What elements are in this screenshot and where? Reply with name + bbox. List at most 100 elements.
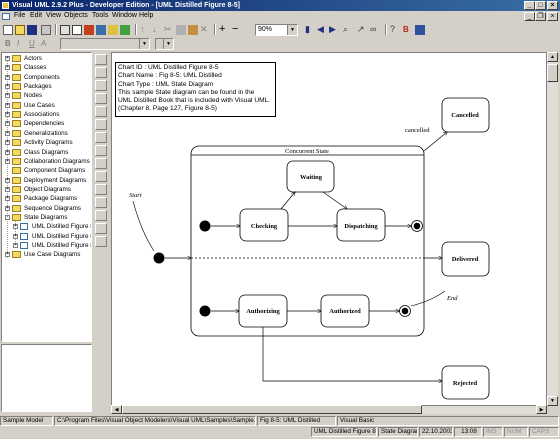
bold-icon[interactable]: B	[5, 39, 15, 49]
note-tool-icon[interactable]	[95, 197, 107, 208]
lower-initial-state[interactable]	[199, 305, 211, 317]
document-icon[interactable]	[2, 13, 10, 20]
initial-state-tool-icon[interactable]	[95, 80, 107, 91]
cut-icon[interactable]: ✂	[164, 25, 174, 35]
underline-icon[interactable]: U	[29, 39, 39, 49]
scroll-up-icon[interactable]: ▲	[547, 52, 558, 62]
app-icon[interactable]	[2, 2, 9, 9]
delete-icon[interactable]: ✕	[200, 25, 210, 35]
expand-icon[interactable]: +	[13, 224, 18, 230]
diagram-canvas[interactable]: Concurrent State Checking Waiting Dispat…	[111, 52, 547, 406]
link-icon[interactable]: ∞	[370, 25, 380, 35]
horizontal-scroll-thumb[interactable]	[122, 405, 422, 414]
zoom-out-icon[interactable]: −	[232, 24, 242, 35]
new-icon[interactable]	[3, 25, 13, 35]
expand-icon[interactable]: +	[5, 56, 10, 61]
font-color-icon[interactable]: A	[41, 39, 51, 49]
zoom-in-icon[interactable]: +	[219, 24, 229, 35]
transition-tool-icon[interactable]	[95, 171, 107, 182]
arrow-up-icon[interactable]: ↑	[140, 25, 150, 35]
print-preview-icon[interactable]	[41, 25, 51, 35]
expand-icon[interactable]: +	[5, 177, 10, 183]
expand-icon[interactable]: +	[5, 65, 10, 71]
vertical-scroll-thumb[interactable]	[547, 64, 558, 82]
fork-tool-icon[interactable]	[95, 158, 107, 169]
menu-file[interactable]: File	[14, 12, 25, 19]
outer-initial-state[interactable]	[153, 252, 165, 264]
expand-icon[interactable]: +	[5, 252, 10, 258]
arrow-down-icon[interactable]: ↓	[152, 25, 162, 35]
line-tool-icon[interactable]	[95, 236, 107, 247]
diagram-icon[interactable]	[120, 25, 130, 35]
about-icon[interactable]	[415, 25, 425, 35]
collapse-icon[interactable]: -	[5, 214, 10, 220]
expand-icon[interactable]: +	[5, 112, 10, 118]
zoom-select[interactable]: 90% ▼	[255, 24, 298, 36]
find-icon[interactable]: ⌕	[343, 25, 353, 35]
diagram-note[interactable]: Chart ID : UML Distilled Figure 8-5 Char…	[115, 62, 276, 117]
horizontal-scrollbar[interactable]: ◀ ▶	[111, 405, 547, 414]
chevron-down-icon[interactable]: ▼	[139, 39, 149, 49]
expand-icon[interactable]: +	[13, 233, 18, 239]
anchor-tool-icon[interactable]	[95, 210, 107, 221]
italic-icon[interactable]: I	[17, 39, 27, 49]
select-tool-icon[interactable]	[95, 54, 107, 65]
state-tool-icon[interactable]	[95, 67, 107, 78]
menu-view[interactable]: View	[46, 12, 61, 19]
print-icon[interactable]	[60, 25, 70, 35]
report-icon[interactable]	[84, 25, 94, 35]
properties-pane[interactable]	[1, 344, 92, 412]
expand-icon[interactable]: +	[5, 149, 10, 155]
font-select[interactable]: ▼	[60, 38, 150, 50]
save-icon[interactable]	[27, 25, 37, 35]
expand-icon[interactable]: +	[5, 74, 10, 80]
final-state-tool-icon[interactable]	[95, 93, 107, 104]
text-tool-icon[interactable]	[95, 223, 107, 234]
expand-icon[interactable]: +	[5, 186, 10, 192]
open-icon[interactable]	[15, 25, 25, 35]
properties-icon[interactable]	[72, 25, 82, 35]
expand-icon[interactable]: +	[5, 102, 10, 108]
expand-icon[interactable]: +	[13, 243, 18, 248]
reverse-engineer-icon[interactable]	[108, 25, 118, 35]
upper-initial-state[interactable]	[199, 220, 211, 232]
back-icon[interactable]: ◀	[317, 25, 327, 35]
scroll-left-icon[interactable]: ◀	[111, 405, 122, 414]
menu-edit[interactable]: Edit	[30, 12, 42, 19]
expand-icon[interactable]: +	[5, 93, 10, 99]
maximize-button[interactable]: □	[535, 1, 546, 10]
menu-help[interactable]: Help	[139, 12, 153, 19]
expand-icon[interactable]: +	[5, 196, 10, 202]
expand-icon[interactable]: +	[5, 121, 10, 127]
chevron-down-icon[interactable]: ▼	[287, 25, 297, 35]
vb-icon[interactable]: B	[403, 25, 413, 35]
pointer-icon[interactable]: ↗	[357, 25, 367, 35]
copy-icon[interactable]	[176, 25, 186, 35]
mdi-close-button[interactable]: ×	[547, 12, 558, 21]
chevron-down-icon[interactable]: ▼	[163, 39, 173, 49]
expand-icon[interactable]: +	[5, 130, 10, 136]
expand-icon[interactable]: +	[5, 140, 10, 146]
expand-icon[interactable]: +	[5, 158, 10, 164]
composite-state-tool-icon[interactable]	[95, 119, 107, 130]
mdi-minimize-button[interactable]: _	[524, 12, 535, 21]
menu-objects[interactable]: Objects	[64, 12, 88, 19]
expand-icon[interactable]: +	[5, 84, 10, 90]
expand-icon[interactable]: +	[5, 205, 10, 211]
vertical-scrollbar[interactable]: ▲ ▼	[547, 52, 558, 406]
concurrent-state-tool-icon[interactable]	[95, 132, 107, 143]
font-size-select[interactable]: ▼	[155, 38, 174, 50]
transition-to-cancelled[interactable]	[423, 132, 447, 152]
scroll-right-icon[interactable]: ▶	[536, 405, 547, 414]
paste-icon[interactable]	[188, 25, 198, 35]
self-transition-tool-icon[interactable]	[95, 184, 107, 195]
fit-window-icon[interactable]: ▮	[305, 25, 315, 35]
close-button[interactable]: ×	[547, 1, 558, 10]
history-tool-icon[interactable]	[95, 106, 107, 117]
sync-bar-tool-icon[interactable]	[95, 145, 107, 156]
scroll-down-icon[interactable]: ▼	[547, 396, 558, 406]
generate-code-icon[interactable]	[96, 25, 106, 35]
menu-window[interactable]: Window	[112, 12, 137, 19]
menu-tools[interactable]: Tools	[92, 12, 108, 19]
forward-icon[interactable]: ▶	[329, 25, 339, 35]
